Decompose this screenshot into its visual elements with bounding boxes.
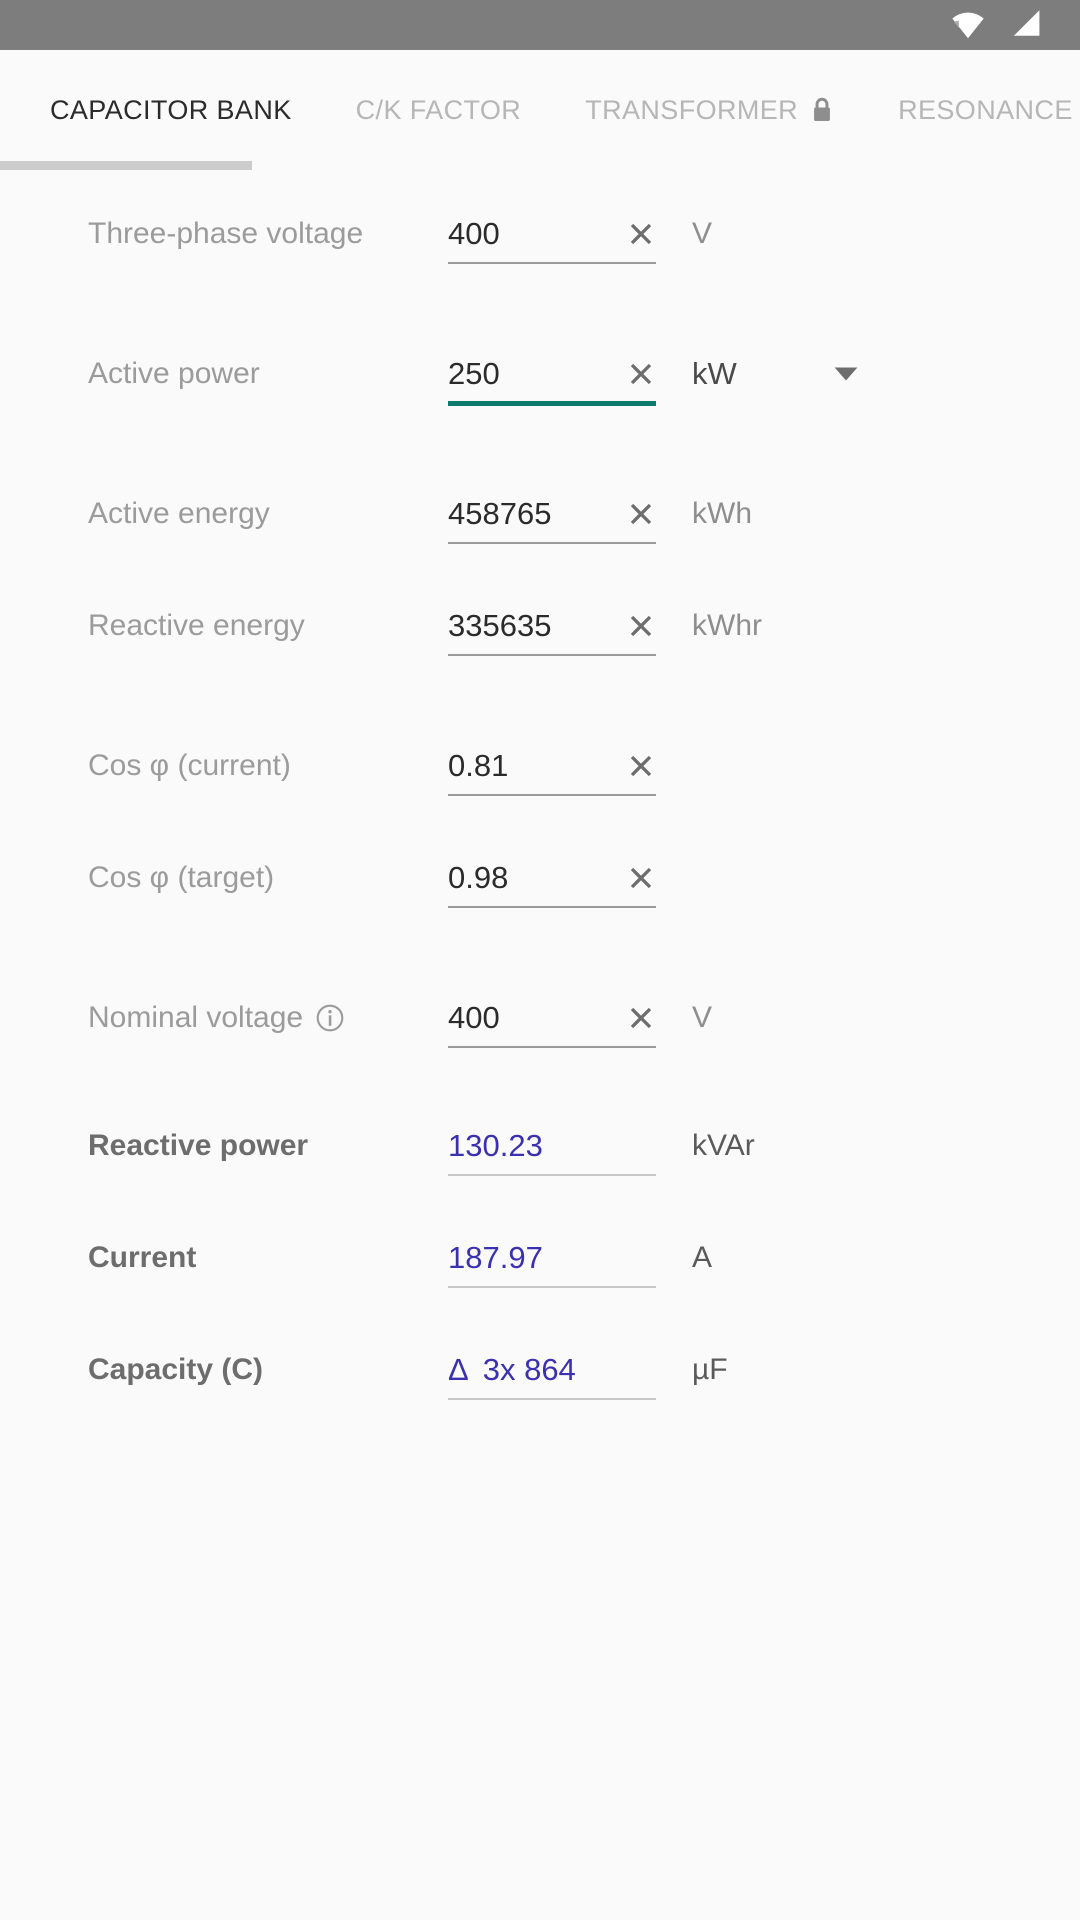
field-value: 130.23	[448, 1128, 543, 1163]
field-unit: kW	[692, 356, 737, 391]
field-row-reactive-power: Reactive power 130.23 kVAr	[0, 1118, 1080, 1230]
field-label: Active energy	[88, 497, 270, 530]
field-label: Capacity (C)	[88, 1353, 264, 1386]
field-underline	[448, 794, 656, 796]
field-underline	[448, 1286, 656, 1288]
field-value: 0.98	[448, 860, 509, 895]
wifi-icon	[948, 7, 988, 44]
tab-label: TRANSFORMER	[585, 94, 799, 125]
field-row-active-power: Active power 250 kW	[0, 346, 1080, 458]
cellular-signal-icon	[1006, 7, 1044, 44]
field-underline	[448, 1398, 656, 1400]
tab-bar: CAPACITOR BANK C/K FACTOR TRANSFORMER RE…	[0, 50, 1080, 170]
tab-label: CAPACITOR BANK	[50, 94, 292, 125]
field-underline	[448, 906, 656, 908]
field-underline	[448, 654, 656, 656]
field-row-nominal-voltage: Nominal voltage 400 V	[0, 990, 1080, 1102]
delta-connection-icon: Δ	[448, 1352, 469, 1387]
field-unit: V	[692, 1001, 713, 1034]
field-label: Active power	[88, 357, 260, 390]
field-value: 400	[448, 1000, 500, 1035]
field-value: 0.81	[448, 748, 509, 783]
three-phase-voltage-input[interactable]: 400	[448, 206, 656, 264]
lock-icon	[810, 96, 834, 124]
field-value: 187.97	[448, 1240, 543, 1275]
field-unit: kVAr	[692, 1129, 755, 1162]
field-row-reactive-energy: Reactive energy 335635 kWhr	[0, 598, 1080, 710]
field-unit: V	[692, 217, 713, 250]
info-icon[interactable]	[315, 1003, 345, 1033]
field-value: 400	[448, 216, 500, 251]
field-row-capacity: Capacity (C) Δ 3x 864 µF	[0, 1342, 1080, 1454]
field-unit: A	[692, 1241, 713, 1274]
cos-phi-current-input[interactable]: 0.81	[448, 738, 656, 796]
field-value: 250	[448, 356, 500, 391]
field-label: Cos φ (target)	[88, 861, 275, 894]
status-bar	[0, 0, 1080, 50]
field-row-cos-phi-current: Cos φ (current) 0.81	[0, 738, 1080, 850]
active-power-input[interactable]: 250	[448, 346, 656, 406]
chevron-down-icon[interactable]	[833, 346, 859, 402]
tab-label: RESONANCE	[898, 94, 1073, 125]
field-label: Reactive power	[88, 1129, 309, 1162]
clear-x-icon[interactable]	[622, 859, 660, 897]
field-underline	[448, 262, 656, 264]
field-label: Cos φ (current)	[88, 749, 291, 782]
field-label: Nominal voltage	[88, 990, 448, 1046]
tab-capacitor-bank[interactable]: CAPACITOR BANK	[18, 50, 324, 170]
field-label: Three-phase voltage	[88, 217, 364, 250]
field-label: Reactive energy	[88, 609, 305, 642]
tab-transformer[interactable]: TRANSFORMER	[553, 50, 866, 170]
clear-x-icon[interactable]	[622, 607, 660, 645]
field-row-active-energy: Active energy 458765 kWh	[0, 486, 1080, 598]
field-unit: µF	[692, 1353, 728, 1386]
field-label: Current	[88, 1241, 197, 1274]
tab-label: C/K FACTOR	[355, 94, 522, 125]
status-bar-icons	[948, 7, 1044, 44]
clear-x-icon[interactable]	[622, 215, 660, 253]
field-underline	[448, 1046, 656, 1048]
field-underline	[448, 1174, 656, 1176]
tab-resonance[interactable]: RESONANCE	[866, 50, 1080, 170]
field-row-current: Current 187.97 A	[0, 1230, 1080, 1342]
field-row-three-phase-voltage: Three-phase voltage 400 V	[0, 206, 1080, 318]
reactive-power-output: 130.23	[448, 1118, 656, 1176]
active-energy-input[interactable]: 458765	[448, 486, 656, 544]
cos-phi-target-input[interactable]: 0.98	[448, 850, 656, 908]
field-value: 458765	[448, 496, 552, 531]
clear-x-icon[interactable]	[622, 999, 660, 1037]
nominal-voltage-input[interactable]: 400	[448, 990, 656, 1048]
capacity-output: Δ 3x 864	[448, 1342, 656, 1400]
field-underline	[448, 542, 656, 544]
field-value: 335635	[448, 608, 552, 643]
field-row-cos-phi-target: Cos φ (target) 0.98	[0, 850, 1080, 962]
capacitor-bank-form: Three-phase voltage 400 V Active power 2…	[0, 170, 1080, 1454]
current-output: 187.97	[448, 1230, 656, 1288]
clear-x-icon[interactable]	[622, 495, 660, 533]
reactive-energy-input[interactable]: 335635	[448, 598, 656, 656]
field-unit: kWh	[692, 497, 752, 530]
clear-x-icon[interactable]	[622, 747, 660, 785]
field-underline-focused	[448, 401, 656, 406]
field-unit: kWhr	[692, 609, 762, 642]
field-value: 3x 864	[482, 1352, 576, 1387]
clear-x-icon[interactable]	[622, 355, 660, 393]
active-tab-indicator	[0, 161, 252, 170]
tab-ck-factor[interactable]: C/K FACTOR	[324, 50, 554, 170]
